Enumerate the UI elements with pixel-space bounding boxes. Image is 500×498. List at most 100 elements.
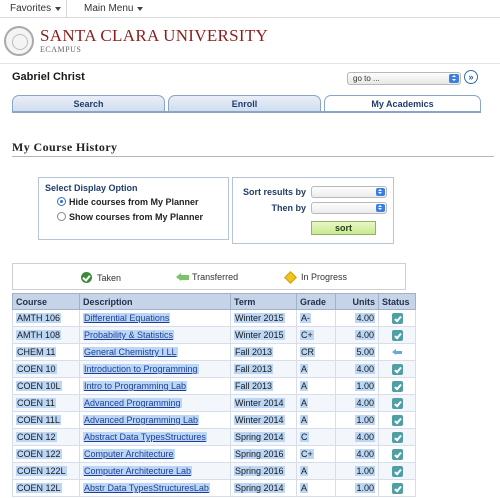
units-cell: 4.00: [335, 309, 379, 327]
description-cell: Intro to Programming Lab: [79, 377, 231, 395]
course-code: COEN 10: [16, 364, 57, 374]
term-cell: Fall 2013: [230, 377, 297, 395]
course-description-link[interactable]: Intro to Programming Lab: [83, 381, 188, 391]
status-cell: [378, 462, 416, 480]
term-cell: Spring 2016: [230, 445, 297, 463]
description-cell: Computer Architecture Lab: [79, 462, 231, 480]
sort-by-select[interactable]: [311, 186, 387, 198]
description-cell: Advanced Programming: [79, 394, 231, 412]
radio-unselected-icon[interactable]: [57, 212, 66, 221]
grade-cell: C+: [296, 326, 336, 344]
grade-cell: C: [296, 428, 336, 446]
grade-value: C: [300, 432, 309, 442]
taken-check-icon: [81, 272, 92, 283]
display-option-heading: Select Display Option: [45, 183, 138, 193]
course-description-link[interactable]: Probability & Statistics: [83, 330, 175, 340]
page-title: My Course History: [12, 140, 118, 154]
course-code: COEN 11L: [16, 415, 61, 425]
grade-cell: CR: [296, 343, 336, 361]
column-header-course[interactable]: Course: [12, 293, 80, 310]
go-button[interactable]: »: [464, 70, 478, 84]
table-row: COEN 10 Introduction to Programming Fall 2…: [12, 360, 416, 378]
units-value: 1.00: [355, 381, 375, 391]
go-to-select[interactable]: go to ...: [347, 72, 461, 85]
show-planner-label: Show courses from My Planner: [69, 211, 204, 222]
description-cell: Probability & Statistics: [79, 326, 231, 344]
grade-value: A: [300, 483, 309, 493]
sort-button[interactable]: sort: [311, 221, 376, 235]
units-cell: 4.00: [335, 360, 379, 378]
then-by-select[interactable]: [311, 202, 387, 214]
course-description-link[interactable]: Computer Architecture: [83, 449, 175, 459]
term-value: Winter 2015: [234, 313, 285, 323]
grade-cell: A: [296, 394, 336, 412]
course-cell: COEN 12L: [12, 479, 80, 497]
table-row: COEN 11L Advanced Programming Lab Winter 2…: [12, 411, 416, 429]
legend-in-progress: In Progress: [284, 270, 348, 284]
column-header-term[interactable]: Term: [230, 293, 297, 310]
course-description-link[interactable]: Advanced Programming: [83, 398, 182, 408]
table-row: COEN 11 Advanced Programming Winter 2014 A 4…: [12, 394, 416, 412]
table-row: COEN 12L Abstr Data TypesStructuresLab Spr…: [12, 479, 416, 497]
transferred-arrow-icon: [391, 347, 403, 358]
radio-selected-icon[interactable]: [57, 197, 66, 206]
term-cell: Spring 2016: [230, 462, 297, 480]
status-cell: [378, 411, 416, 429]
term-cell: Spring 2014: [230, 479, 297, 497]
hide-planner-option[interactable]: Hide courses from My Planner: [57, 196, 199, 207]
course-description-link[interactable]: General Chemistry I LL: [83, 347, 178, 357]
status-legend: Taken Transferred In Progress: [12, 263, 406, 290]
course-description-link[interactable]: Computer Architecture Lab: [83, 466, 193, 476]
description-cell: Abstr Data TypesStructuresLab: [79, 479, 231, 497]
term-value: Winter 2015: [234, 330, 285, 340]
grade-value: A: [300, 364, 309, 374]
taken-check-icon: [391, 329, 403, 341]
grade-cell: A: [296, 360, 336, 378]
course-description-link[interactable]: Introduction to Programming: [83, 364, 199, 374]
units-cell: 1.00: [335, 377, 379, 395]
university-seal-logo: [4, 25, 34, 56]
status-cell: [378, 394, 416, 412]
column-header-status[interactable]: Status: [378, 293, 416, 310]
tab-my-academics[interactable]: My Academics: [324, 95, 481, 112]
course-cell: COEN 10: [12, 360, 80, 378]
term-cell: Winter 2014: [230, 394, 297, 412]
term-value: Fall 2013: [234, 381, 274, 391]
grade-cell: A-: [296, 309, 336, 327]
transferred-arrow-icon: [176, 272, 190, 282]
course-description-link[interactable]: Abstract Data TypesStructures: [83, 432, 207, 442]
grade-value: A: [300, 415, 309, 425]
in-progress-diamond-icon: [284, 270, 297, 284]
legend-transferred-label: Transferred: [192, 272, 239, 282]
favorites-menu[interactable]: Favorites: [0, 0, 67, 18]
units-value: 4.00: [355, 364, 375, 374]
taken-check-icon: [391, 380, 403, 392]
university-header: SANTA CLARA UNIVERSITY ECAMPUS: [0, 18, 500, 64]
taken-check-icon: [391, 465, 403, 477]
course-code: COEN 12: [16, 432, 57, 442]
term-value: Spring 2014: [234, 432, 285, 442]
tab-enroll[interactable]: Enroll: [168, 95, 321, 112]
show-planner-option[interactable]: Show courses from My Planner: [57, 211, 203, 222]
main-menu[interactable]: Main Menu: [67, 0, 153, 18]
units-cell: 1.00: [335, 479, 379, 497]
units-cell: 4.00: [335, 445, 379, 463]
status-cell: [378, 377, 416, 395]
tab-divider: [12, 111, 481, 113]
units-cell: 1.00: [335, 411, 379, 429]
course-description-link[interactable]: Advanced Programming Lab: [83, 415, 200, 425]
legend-in-progress-label: In Progress: [301, 272, 348, 282]
sort-box: Sort results by Then by sort: [232, 177, 394, 244]
tab-search[interactable]: Search: [12, 95, 165, 112]
grade-cell: A: [296, 462, 336, 480]
term-value: Winter 2014: [234, 398, 285, 408]
course-description-link[interactable]: Differential Equations: [83, 313, 171, 323]
course-description-link[interactable]: Abstr Data TypesStructuresLab: [83, 483, 210, 493]
term-value: Fall 2013: [234, 347, 274, 357]
course-code: COEN 10L: [16, 381, 62, 391]
column-header-grade[interactable]: Grade: [296, 293, 336, 310]
column-header-description[interactable]: Description: [79, 293, 231, 310]
column-header-units[interactable]: Units: [335, 293, 379, 310]
course-cell: AMTH 108: [12, 326, 80, 344]
grade-cell: C+: [296, 445, 336, 463]
